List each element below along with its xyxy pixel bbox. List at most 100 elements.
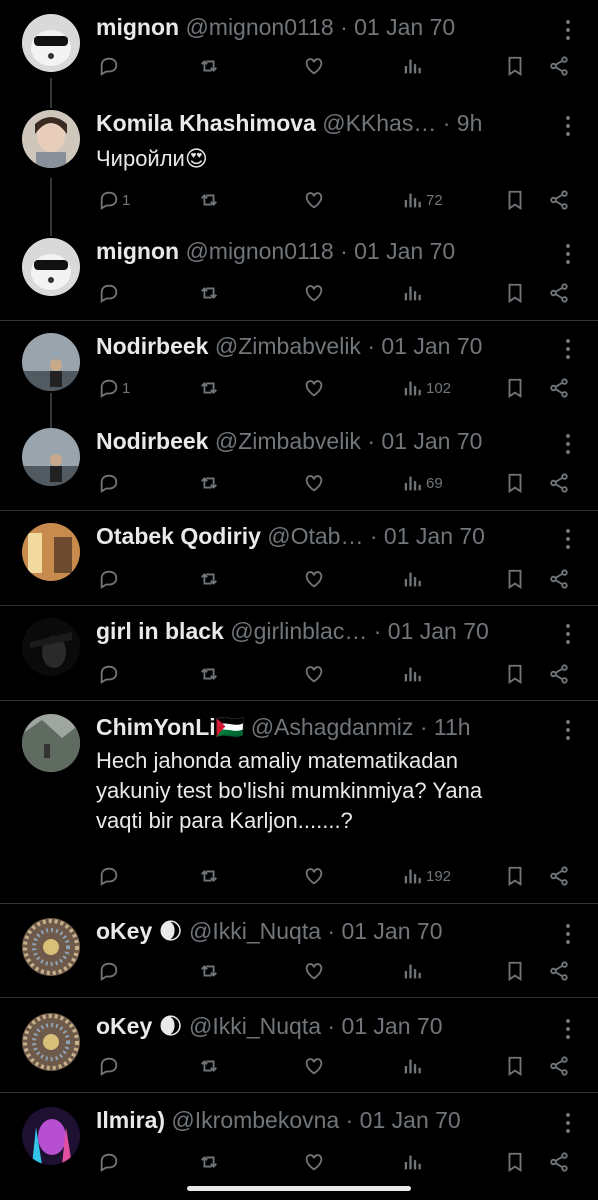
avatar[interactable] [22,1107,80,1165]
author-name[interactable]: Otabek Qodiriy [96,523,261,549]
views-button[interactable] [400,279,426,307]
retweet-button[interactable] [196,1148,220,1176]
share-button[interactable] [546,279,570,307]
views-button[interactable] [400,1148,426,1176]
timestamp[interactable]: · 01 Jan 70 [374,618,489,644]
reply-button[interactable] [96,660,122,688]
like-button[interactable] [301,469,325,497]
bookmark-button[interactable] [502,186,526,214]
more-icon[interactable] [566,434,572,458]
author-name[interactable]: oKey 🌒 [96,918,183,944]
views-button[interactable] [400,1052,426,1080]
like-button[interactable] [301,565,325,593]
author-handle[interactable]: @girlinblac… [230,618,367,644]
timestamp[interactable]: · 01 Jan 70 [346,1107,461,1133]
avatar[interactable] [22,714,80,772]
like-button[interactable] [301,279,325,307]
retweet-button[interactable] [196,52,220,80]
timestamp[interactable]: · 01 Jan 70 [367,333,482,359]
bookmark-button[interactable] [502,1148,526,1176]
retweet-button[interactable] [196,862,220,890]
like-button[interactable] [301,374,325,402]
share-button[interactable] [546,660,570,688]
like-button[interactable] [301,862,325,890]
views-button[interactable]: 69 [400,469,443,497]
home-indicator[interactable] [187,1186,411,1191]
share-button[interactable] [546,957,570,985]
author-handle[interactable]: @Ikki_Nuqta [189,1013,321,1039]
author-handle[interactable]: @KKhas… [322,110,436,136]
avatar[interactable] [22,14,80,72]
avatar[interactable] [22,1013,80,1071]
reply-button[interactable] [96,1148,122,1176]
bookmark-button[interactable] [502,862,526,890]
retweet-button[interactable] [196,565,220,593]
author-name[interactable]: girl in black [96,618,224,644]
reply-button[interactable]: 1 [96,374,130,402]
author-name[interactable]: Nodirbeek [96,333,208,359]
more-icon[interactable] [566,1019,572,1043]
share-button[interactable] [546,1052,570,1080]
bookmark-button[interactable] [502,1052,526,1080]
timestamp[interactable]: · 01 Jan 70 [340,238,455,264]
views-button[interactable]: 72 [400,186,443,214]
like-button[interactable] [301,957,325,985]
more-icon[interactable] [566,244,572,268]
retweet-button[interactable] [196,660,220,688]
reply-button[interactable] [96,957,122,985]
bookmark-button[interactable] [502,374,526,402]
more-icon[interactable] [566,116,572,140]
author-name[interactable]: Komila Khashimova [96,110,316,136]
more-icon[interactable] [566,529,572,553]
avatar[interactable] [22,523,80,581]
author-handle[interactable]: @Otab… [267,523,363,549]
timestamp[interactable]: · 11h [420,714,471,740]
share-button[interactable] [546,1148,570,1176]
author-handle[interactable]: @Ashagdanmiz [251,714,414,740]
avatar[interactable] [22,618,80,676]
more-icon[interactable] [566,20,572,44]
bookmark-button[interactable] [502,279,526,307]
retweet-button[interactable] [196,374,220,402]
timestamp[interactable]: · 01 Jan 70 [327,1013,442,1039]
more-icon[interactable] [566,1113,572,1137]
timestamp[interactable]: · 01 Jan 70 [370,523,485,549]
avatar[interactable] [22,918,80,976]
reply-button[interactable] [96,1052,122,1080]
author-handle[interactable]: @mignon0118 [185,238,333,264]
retweet-button[interactable] [196,186,220,214]
more-icon[interactable] [566,924,572,948]
author-name[interactable]: Nodirbeek [96,428,208,454]
views-button[interactable]: 192 [400,862,451,890]
like-button[interactable] [301,1148,325,1176]
bookmark-button[interactable] [502,565,526,593]
share-button[interactable] [546,186,570,214]
views-button[interactable] [400,660,426,688]
share-button[interactable] [546,862,570,890]
avatar[interactable] [22,333,80,391]
more-icon[interactable] [566,624,572,648]
timestamp[interactable]: · 01 Jan 70 [367,428,482,454]
views-button[interactable]: 102 [400,374,451,402]
author-handle[interactable]: @Ikrombekovna [171,1107,339,1133]
bookmark-button[interactable] [502,469,526,497]
retweet-button[interactable] [196,469,220,497]
author-name[interactable]: ChimYonLi🇵🇸 [96,714,244,740]
like-button[interactable] [301,1052,325,1080]
like-button[interactable] [301,660,325,688]
author-name[interactable]: Ilmira) [96,1107,165,1133]
retweet-button[interactable] [196,279,220,307]
views-button[interactable] [400,52,426,80]
reply-button[interactable]: 1 [96,186,130,214]
avatar[interactable] [22,238,80,296]
more-icon[interactable] [566,720,572,744]
author-handle[interactable]: @Ikki_Nuqta [189,918,321,944]
share-button[interactable] [546,565,570,593]
bookmark-button[interactable] [502,957,526,985]
timestamp[interactable]: · 9h [443,110,483,136]
views-button[interactable] [400,957,426,985]
share-button[interactable] [546,374,570,402]
author-handle[interactable]: @Zimbabvelik [215,333,361,359]
reply-button[interactable] [96,862,122,890]
share-button[interactable] [546,469,570,497]
